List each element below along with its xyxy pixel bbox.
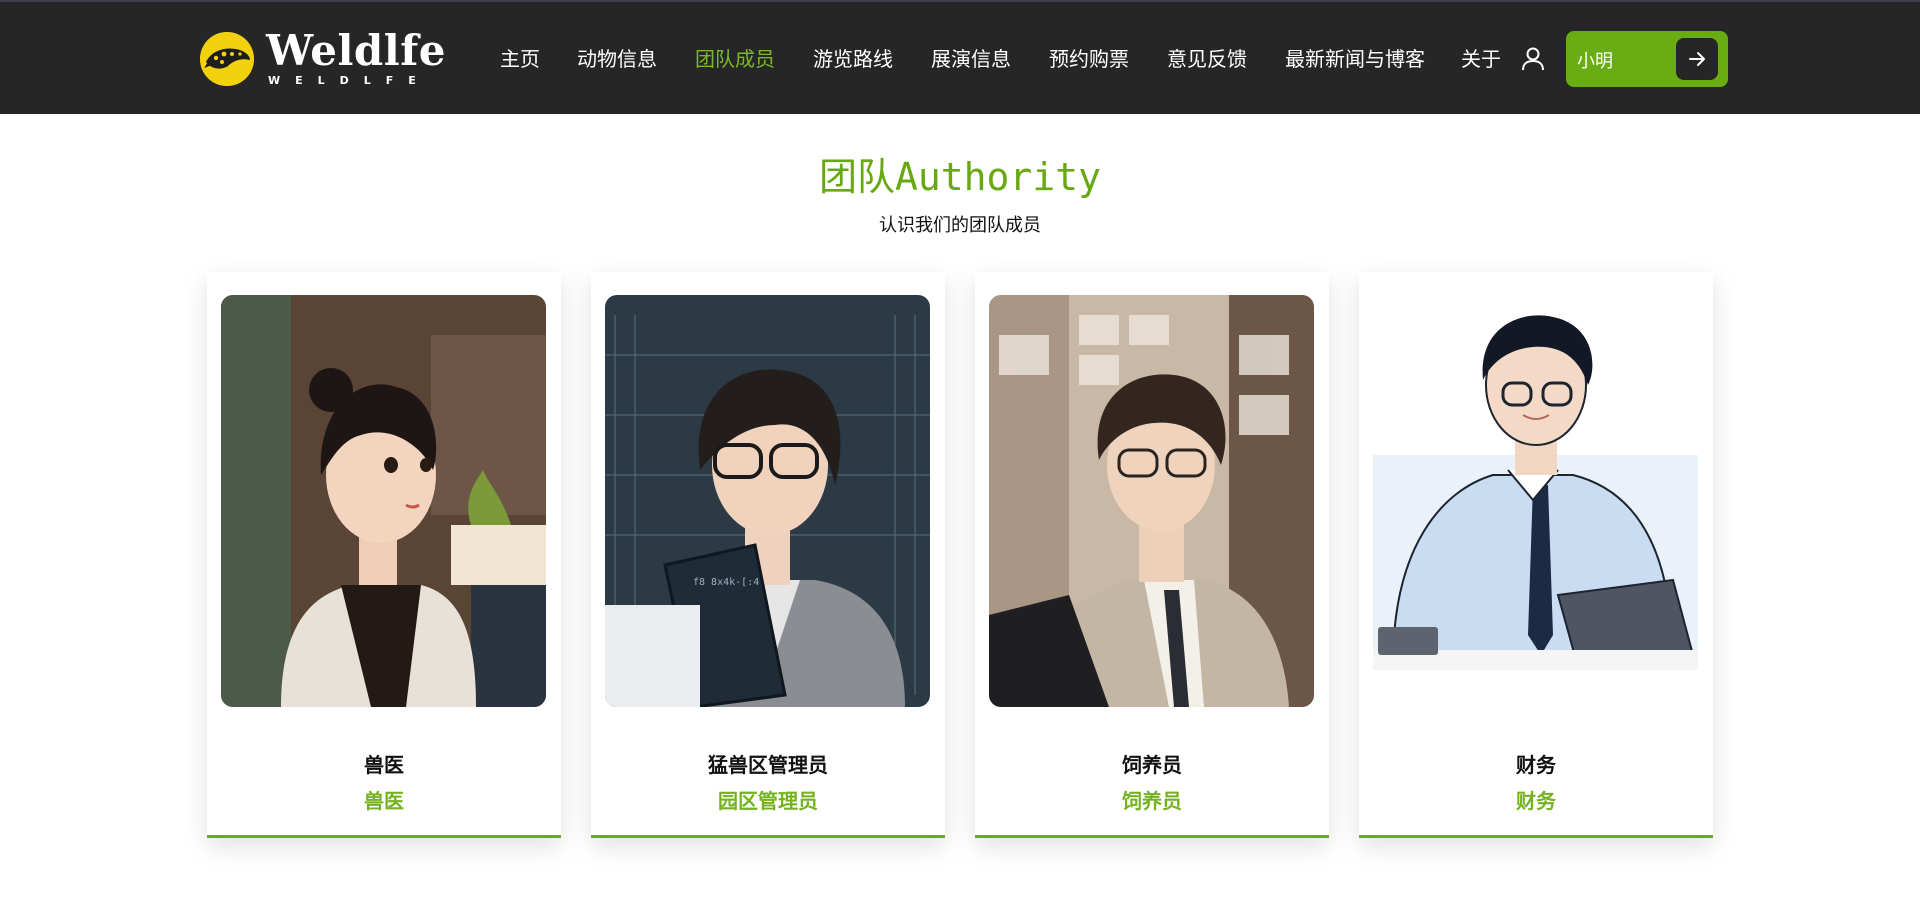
team-card[interactable]: 饲养员 饲养员 [975, 272, 1329, 838]
team-member-name: 财务 [1516, 753, 1556, 777]
arrow-right-icon[interactable] [1676, 38, 1718, 80]
svg-text:f8 8x4k-[:4: f8 8x4k-[:4 [693, 577, 759, 588]
nav-item-home[interactable]: 主页 [500, 42, 540, 76]
team-card[interactable]: 兽医 兽医 [207, 272, 561, 838]
nav-item-about[interactable]: 关于 [1461, 42, 1501, 76]
team-member-photo: f8 8x4k-[:4 [605, 295, 930, 707]
team-card[interactable]: 财务 财务 [1359, 272, 1713, 838]
nav-item-team[interactable]: 团队成员 [695, 42, 775, 76]
section-title: 团队Authority [819, 155, 1101, 199]
team-member-photo [221, 295, 546, 707]
nav-item-routes[interactable]: 游览路线 [813, 42, 893, 76]
nav-item-animals[interactable]: 动物信息 [577, 42, 657, 76]
site-header: Weldlfe WELDLFE 主页 动物信息 团队成员 游览路线 展演信息 预… [0, 0, 1920, 114]
user-icon[interactable] [1520, 46, 1546, 72]
team-member-role: 财务 [1516, 789, 1556, 813]
team-member-role: 饲养员 [1122, 789, 1182, 813]
team-member-role: 园区管理员 [718, 789, 818, 813]
nav-item-feedback[interactable]: 意见反馈 [1167, 42, 1247, 76]
brand-title: Weldlfe [266, 26, 447, 75]
team-member-name: 猛兽区管理员 [708, 753, 828, 777]
nav-item-tickets[interactable]: 预约购票 [1049, 42, 1129, 76]
user-account-button[interactable]: 小明 [1566, 31, 1728, 87]
nav-item-shows[interactable]: 展演信息 [931, 42, 1011, 76]
team-member-role: 兽医 [364, 789, 404, 813]
team-member-name: 兽医 [364, 753, 404, 777]
team-card[interactable]: f8 8x4k-[:4 猛兽区管理员 园区管理员 [591, 272, 945, 838]
brand-logo[interactable]: Weldlfe WELDLFE [200, 26, 446, 92]
leopard-logo-icon [200, 32, 254, 86]
main-nav: 主页 动物信息 团队成员 游览路线 展演信息 预约购票 意见反馈 最新新闻与博客… [500, 42, 1540, 76]
user-name: 小明 [1577, 51, 1613, 72]
nav-item-news[interactable]: 最新新闻与博客 [1285, 42, 1425, 76]
team-member-name: 饲养员 [1122, 753, 1182, 777]
team-member-photo [1373, 295, 1698, 707]
team-member-photo [989, 295, 1314, 707]
brand-subtitle: WELDLFE [268, 74, 431, 87]
section-subtitle: 认识我们的团队成员 [879, 215, 1041, 236]
